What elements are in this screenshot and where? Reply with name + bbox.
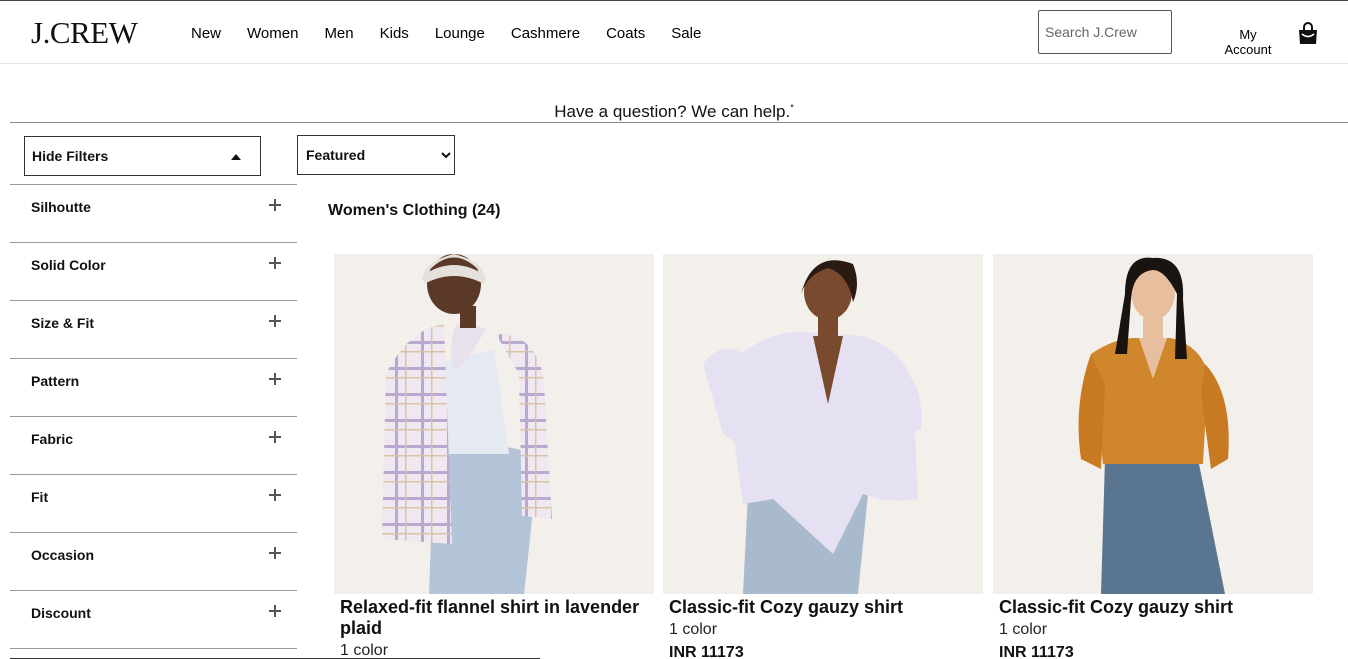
filter-solid-color[interactable]: Solid Color: [10, 243, 297, 301]
product-price: INR 11173: [999, 644, 1074, 659]
filter-label: Occasion: [31, 547, 95, 563]
caret-up-icon: [231, 154, 241, 160]
product-card[interactable]: Classic-fit Cozy gauzy shirt 1 color INR…: [663, 254, 983, 659]
help-banner[interactable]: Have a question? We can help.*: [0, 102, 1348, 122]
my-account-link[interactable]: My Account: [1222, 27, 1274, 57]
filter-occasion[interactable]: Occasion: [10, 533, 297, 591]
filter-list: Silhoutte Solid Color Size & Fit Pattern…: [10, 184, 297, 649]
filter-label: Silhoutte: [31, 199, 91, 215]
filter-fabric[interactable]: Fabric: [10, 417, 297, 475]
filter-silhoutte[interactable]: Silhoutte: [10, 185, 297, 243]
product-color-count: 1 color: [340, 642, 389, 659]
account-label-line2: Account: [1224, 42, 1272, 57]
plus-icon[interactable]: [269, 547, 281, 559]
filter-label: Solid Color: [31, 257, 106, 273]
jcrew-logo[interactable]: J.CREW: [31, 15, 138, 51]
product-image[interactable]: [334, 254, 654, 594]
nav-women[interactable]: Women: [247, 25, 298, 42]
product-name[interactable]: Classic-fit Cozy gauzy shirt: [999, 597, 1304, 618]
product-price: INR 11173: [669, 644, 744, 659]
search-input[interactable]: [1038, 10, 1172, 54]
results-title: Women's Clothing (24): [328, 202, 501, 219]
hide-filters-label: Hide Filters: [32, 148, 109, 164]
plus-icon[interactable]: [269, 257, 281, 269]
plus-icon[interactable]: [269, 373, 281, 385]
product-image[interactable]: [993, 254, 1313, 594]
plus-icon[interactable]: [269, 605, 281, 617]
filter-pattern[interactable]: Pattern: [10, 359, 297, 417]
plus-icon[interactable]: [269, 199, 281, 211]
help-text: Have a question? We can help.: [554, 102, 791, 121]
shopping-bag-icon[interactable]: [1297, 22, 1319, 46]
main-nav: New Women Men Kids Lounge Cashmere Coats…: [191, 25, 727, 42]
filter-label: Size & Fit: [31, 315, 95, 331]
product-image[interactable]: [663, 254, 983, 594]
plus-icon[interactable]: [269, 489, 281, 501]
plus-icon[interactable]: [269, 315, 281, 327]
help-footnote-mark: *: [790, 102, 794, 113]
product-color-count: 1 color: [669, 621, 718, 638]
product-name[interactable]: Classic-fit Cozy gauzy shirt: [669, 597, 974, 618]
filter-label: Discount: [31, 605, 91, 621]
nav-cashmere[interactable]: Cashmere: [511, 25, 580, 42]
filter-label: Fabric: [31, 431, 74, 447]
product-card[interactable]: Classic-fit Cozy gauzy shirt 1 color INR…: [993, 254, 1313, 659]
hide-filters-button[interactable]: Hide Filters: [24, 136, 261, 176]
account-label-line1: My: [1239, 27, 1257, 42]
filter-discount[interactable]: Discount: [10, 591, 297, 649]
sort-select[interactable]: Featured: [297, 135, 455, 175]
product-card[interactable]: Relaxed-fit flannel shirt in lavender pl…: [334, 254, 654, 659]
product-name[interactable]: Relaxed-fit flannel shirt in lavender pl…: [340, 597, 645, 639]
plus-icon[interactable]: [269, 431, 281, 443]
help-divider: [10, 122, 1348, 123]
filter-label: Fit: [31, 489, 49, 505]
filter-label: Pattern: [31, 373, 80, 389]
filter-size-fit[interactable]: Size & Fit: [10, 301, 297, 359]
product-color-count: 1 color: [999, 621, 1048, 638]
filter-fit[interactable]: Fit: [10, 475, 297, 533]
nav-coats[interactable]: Coats: [606, 25, 645, 42]
site-header: J.CREW New Women Men Kids Lounge Cashmer…: [0, 1, 1348, 64]
nav-kids[interactable]: Kids: [380, 25, 409, 42]
nav-men[interactable]: Men: [324, 25, 353, 42]
nav-sale[interactable]: Sale: [671, 25, 701, 42]
nav-new[interactable]: New: [191, 25, 221, 42]
nav-lounge[interactable]: Lounge: [435, 25, 485, 42]
